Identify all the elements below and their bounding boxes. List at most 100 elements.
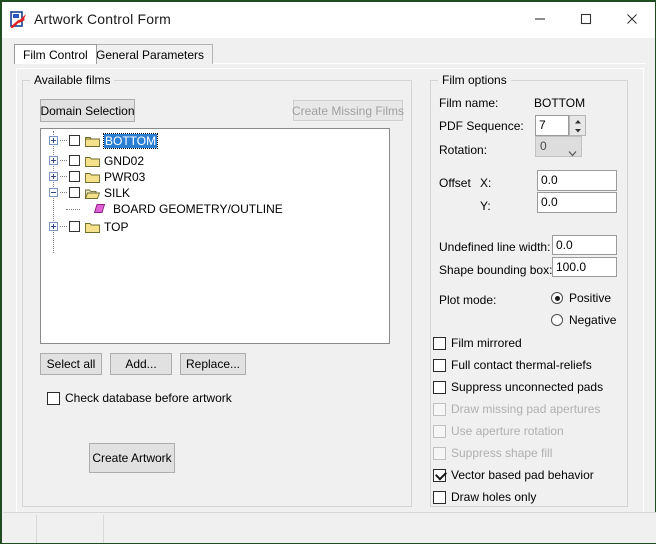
plot-mode-positive-label: Positive [569, 291, 612, 305]
tab-strip: Film Control General Parameters [14, 44, 646, 64]
tree-item-label: BOARD GEOMETRY/OUTLINE [113, 202, 283, 216]
minimize-button[interactable] [517, 2, 563, 36]
tab-film-control[interactable]: Film Control [14, 44, 97, 64]
status-bar [3, 512, 656, 543]
offset-x-label: X: [480, 176, 492, 190]
folder-icon [85, 171, 100, 183]
expand-plus-icon[interactable] [49, 136, 58, 145]
tree-dash [60, 226, 67, 228]
spinner-up-icon[interactable] [571, 117, 585, 125]
spinner-down-icon[interactable] [571, 126, 585, 134]
offset-y-label: Y: [480, 199, 491, 213]
rotation-select[interactable]: 0 [535, 136, 582, 157]
film-name-value: BOTTOM [534, 96, 586, 110]
replace-label: Replace... [185, 357, 241, 371]
pdf-sequence-spinner[interactable] [569, 115, 586, 136]
check-icon [434, 468, 448, 481]
tree-checkbox[interactable] [69, 171, 80, 182]
film-name-label: Film name: [439, 96, 499, 110]
checkbox-box [47, 392, 60, 405]
checkbox-box [433, 381, 446, 394]
tree-item-label: GND02 [104, 154, 145, 168]
shape-bounding-box-label: Shape bounding box: [439, 263, 553, 277]
checkbox-box [433, 359, 446, 372]
expand-plus-icon[interactable] [49, 156, 58, 165]
maximize-icon [580, 13, 592, 25]
checkbox-box [433, 447, 446, 460]
expand-plus-icon[interactable] [49, 172, 58, 181]
shape-bounding-box-input[interactable]: 100.0 [552, 257, 617, 277]
tab-general-parameters-label: General Parameters [96, 48, 205, 62]
tree-checkbox[interactable] [69, 221, 80, 232]
pdf-sequence-input[interactable]: 7 [535, 115, 569, 136]
available-films-tree[interactable]: BOTTOM GND02 PWR03 SILK BOARD GEOMETRY/O… [40, 128, 390, 344]
domain-selection-label: Domain Selection [40, 103, 135, 118]
checkbox-box [433, 491, 446, 504]
available-films-group-title: Available films [30, 73, 115, 87]
tab-film-control-label: Film Control [23, 48, 88, 62]
undefined-line-width-label: Undefined line width: [439, 240, 551, 254]
plot-mode-negative-label: Negative [569, 313, 617, 327]
radio-dot [554, 295, 560, 301]
create-missing-films-button[interactable]: Create Missing Films [291, 100, 405, 121]
radio-circle [551, 314, 563, 326]
add-button[interactable]: Add... [110, 353, 172, 375]
checkbox-box [433, 337, 446, 350]
tree-item-label: BOTTOM [102, 133, 159, 149]
checkbox-box [433, 425, 446, 438]
select-all-label: Select all [46, 357, 96, 371]
vector-based-pad-behavior-label: Vector based pad behavior [451, 468, 594, 482]
checkbox-box [433, 403, 446, 416]
replace-button[interactable]: Replace... [180, 353, 246, 375]
close-button[interactable] [609, 2, 655, 36]
folder-open-icon [84, 187, 101, 199]
geometry-diamond-icon [93, 203, 106, 215]
radio-circle [551, 292, 563, 304]
checkbox-box [433, 468, 448, 482]
draw-missing-pad-apertures-label: Draw missing pad apertures [451, 402, 601, 416]
offset-label: Offset [439, 176, 471, 190]
window-title: Artwork Control Form [34, 11, 172, 27]
maximize-button[interactable] [563, 2, 609, 36]
tree-dash [60, 160, 67, 162]
collapse-minus-icon[interactable] [49, 188, 58, 197]
rotation-label: Rotation: [439, 143, 488, 157]
rotation-value: 0 [540, 139, 547, 153]
artwork-app-icon [10, 11, 28, 29]
select-all-button[interactable]: Select all [40, 353, 102, 375]
offset-x-input[interactable]: 0.0 [537, 170, 617, 191]
check-database-label: Check database before artwork [65, 391, 232, 405]
plot-mode-label: Plot mode: [439, 293, 497, 307]
tree-dash [60, 176, 67, 178]
domain-selection-button[interactable]: Domain Selection [40, 99, 135, 122]
chevron-down-icon [568, 144, 577, 157]
tree-dash [60, 192, 67, 194]
tree-item-label: TOP [104, 220, 129, 234]
status-bar-divider-2 [103, 515, 104, 543]
folder-icon [85, 155, 100, 167]
title-bar: Artwork Control Form [2, 2, 655, 38]
suppress-unconnected-pads-label: Suppress unconnected pads [451, 380, 604, 394]
add-label: Add... [125, 357, 157, 371]
folder-icon [85, 221, 100, 233]
folder-icon [85, 135, 100, 147]
close-icon [627, 14, 637, 24]
tree-checkbox[interactable] [69, 155, 80, 166]
minimize-icon [535, 18, 545, 20]
tree-item-label: SILK [104, 186, 131, 200]
tree-checkbox[interactable] [69, 187, 80, 198]
tree-checkbox[interactable] [69, 135, 80, 146]
tree-item-label: PWR03 [104, 170, 146, 184]
pdf-sequence-label: PDF Sequence: [439, 119, 524, 133]
suppress-shape-fill-label: Suppress shape fill [451, 446, 553, 460]
tree-dash [60, 140, 67, 142]
artwork-control-window: Artwork Control Form Film Control Genera… [0, 0, 656, 544]
film-options-group-title: Film options [438, 73, 511, 87]
expand-plus-icon[interactable] [49, 222, 58, 231]
create-artwork-button[interactable]: Create Artwork [89, 443, 175, 473]
tab-general-parameters[interactable]: General Parameters [87, 44, 214, 64]
create-artwork-label: Create Artwork [92, 451, 172, 465]
create-missing-films-label: Create Missing Films [291, 103, 405, 118]
offset-y-input[interactable]: 0.0 [537, 192, 617, 213]
undefined-line-width-input[interactable]: 0.0 [552, 235, 617, 255]
